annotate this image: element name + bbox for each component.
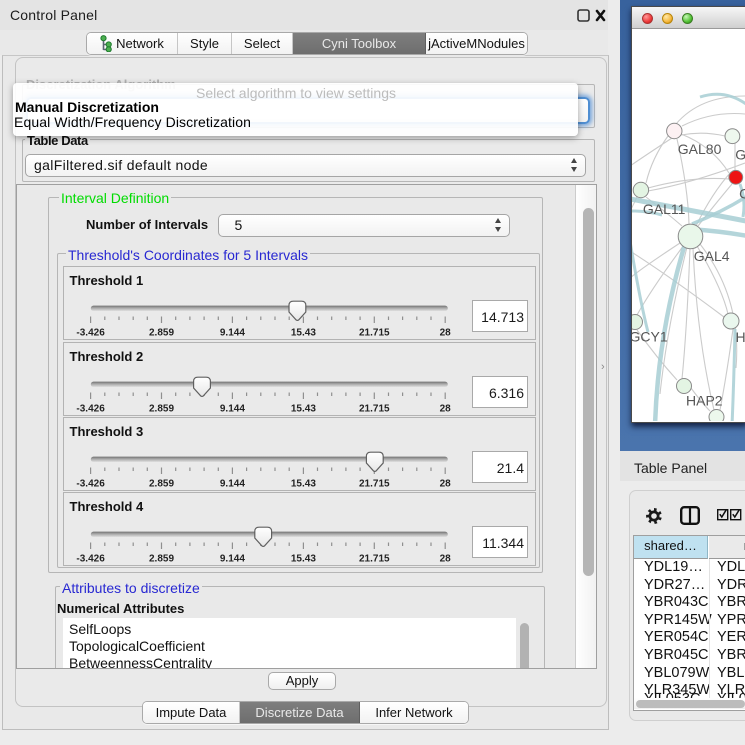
svg-text:2.859: 2.859 (149, 479, 174, 490)
svg-text:9.144: 9.144 (220, 479, 245, 490)
svg-text:15.43: 15.43 (291, 479, 316, 490)
svg-text:C: C (739, 186, 745, 202)
svg-text:-3.426: -3.426 (76, 554, 105, 565)
svg-text:28: 28 (440, 554, 452, 565)
svg-text:2.859: 2.859 (149, 328, 174, 339)
svg-text:21.715: 21.715 (359, 479, 390, 490)
svg-text:H: H (736, 329, 745, 345)
svg-text:-3.426: -3.426 (76, 479, 105, 490)
svg-text:15.43: 15.43 (291, 554, 316, 565)
svg-text:21.715: 21.715 (359, 404, 390, 415)
svg-text:GAL11: GAL11 (643, 201, 686, 217)
svg-text:-3.426: -3.426 (76, 404, 105, 415)
svg-text:2.859: 2.859 (149, 554, 174, 565)
svg-text:G: G (735, 147, 745, 163)
svg-text:21.715: 21.715 (359, 554, 390, 565)
svg-text:21.715: 21.715 (359, 328, 390, 339)
svg-text:-3.426: -3.426 (76, 328, 105, 339)
svg-text:28: 28 (440, 404, 452, 415)
svg-text:15.43: 15.43 (291, 328, 316, 339)
svg-text:GAL4: GAL4 (694, 248, 730, 264)
svg-text:28: 28 (440, 479, 452, 490)
svg-text:HAP2: HAP2 (686, 392, 723, 408)
svg-text:GAL80: GAL80 (678, 141, 722, 157)
svg-text:GCY1: GCY1 (632, 329, 668, 345)
svg-text:9.144: 9.144 (220, 328, 245, 339)
svg-text:9.144: 9.144 (220, 404, 245, 415)
svg-text:15.43: 15.43 (291, 404, 316, 415)
svg-text:28: 28 (440, 328, 452, 339)
svg-text:9.144: 9.144 (220, 554, 245, 565)
svg-text:2.859: 2.859 (149, 404, 174, 415)
